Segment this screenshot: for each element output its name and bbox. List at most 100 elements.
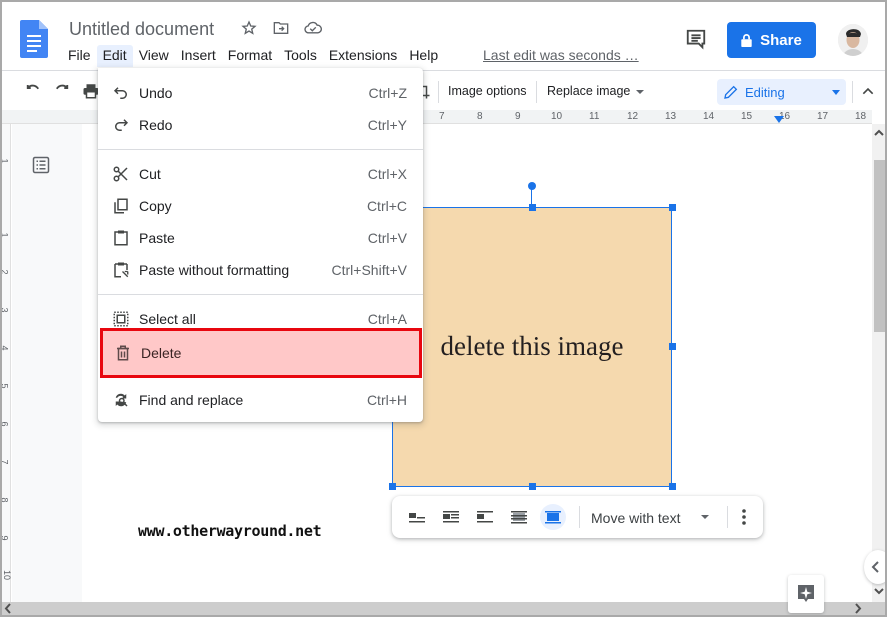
scrollbar-thumb[interactable]: [874, 160, 885, 332]
menu-item-shortcut: Ctrl+Shift+V: [331, 262, 407, 278]
menu-view[interactable]: View: [133, 45, 175, 67]
resize-handle-top[interactable]: [529, 204, 536, 211]
wrap-text-icon: [443, 511, 459, 523]
scissors-icon: [113, 166, 128, 182]
replace-image-button[interactable]: Replace image: [547, 84, 644, 98]
image-text: delete this image: [440, 331, 624, 361]
move-folder-icon[interactable]: [272, 19, 290, 37]
behind-text-button[interactable]: [506, 504, 532, 530]
chevron-up-icon[interactable]: [860, 83, 876, 99]
menu-item-label: Undo: [139, 85, 173, 101]
explore-button[interactable]: [788, 575, 824, 613]
redo-icon[interactable]: [53, 82, 71, 100]
ruler-number: 15: [741, 111, 753, 122]
menu-item-delete[interactable]: Delete: [100, 328, 422, 378]
share-button[interactable]: Share: [727, 22, 816, 58]
in-front-of-text-button[interactable]: [540, 504, 566, 530]
right-indent-marker[interactable]: [774, 116, 784, 123]
resize-handle-right[interactable]: [669, 343, 676, 350]
scroll-left-icon[interactable]: [3, 603, 13, 614]
ruler-number: 14: [703, 111, 715, 122]
vertical-scrollbar[interactable]: [872, 124, 885, 602]
menu-item-label: Redo: [139, 117, 173, 133]
menu-item-label: Find and replace: [139, 392, 244, 408]
resize-handle-bottom-right[interactable]: [669, 483, 676, 490]
menu-item-shortcut: Ctrl+C: [366, 198, 407, 214]
chevron-left-icon: [871, 561, 879, 573]
scroll-up-icon[interactable]: [873, 128, 885, 138]
undo-icon: [113, 87, 127, 99]
position-mode-dropdown[interactable]: Move with text: [591, 510, 680, 526]
ruler-number: 10: [551, 111, 563, 122]
menu-item-label: Cut: [139, 166, 161, 182]
ruler-number: 18: [855, 111, 867, 122]
editing-mode-dropdown[interactable]: Editing: [717, 79, 846, 105]
last-edit-link[interactable]: Last edit was seconds …: [483, 47, 639, 63]
wrap-inline-icon: [409, 513, 425, 523]
toolbar-divider: [536, 81, 537, 103]
select-all-icon: [113, 311, 129, 327]
selected-image[interactable]: delete this image: [392, 207, 672, 487]
menu-item-paste[interactable]: Paste Ctrl+V: [98, 222, 423, 254]
menu-item-shortcut: Ctrl+Y: [367, 117, 407, 133]
menu-edit[interactable]: Edit: [96, 45, 133, 67]
undo-icon[interactable]: [24, 82, 42, 100]
scroll-down-icon[interactable]: [873, 586, 885, 596]
account-avatar[interactable]: [838, 24, 868, 56]
menu-bar: File Edit View Insert Format Tools Exten…: [62, 45, 444, 67]
menu-item-shortcut: Ctrl+H: [366, 392, 407, 408]
ruler-number: 7: [2, 459, 10, 464]
menu-item-label: Copy: [139, 198, 172, 214]
menu-item-undo[interactable]: Undo Ctrl+Z: [98, 77, 423, 109]
vertical-ruler[interactable]: 1 1 2 3 4 5 6 7 8 9 10: [2, 124, 12, 602]
menu-extensions[interactable]: Extensions: [323, 45, 403, 67]
break-text-button[interactable]: [472, 504, 498, 530]
caret-down-icon: [832, 89, 840, 95]
menu-item-shortcut: Ctrl+X: [367, 166, 407, 182]
ruler-number: 2: [2, 269, 10, 274]
menu-file[interactable]: File: [62, 45, 97, 67]
more-options-icon[interactable]: [738, 508, 750, 526]
share-label: Share: [760, 31, 802, 49]
ruler-number: 8: [477, 111, 483, 122]
watermark-text: www.otherwayround.net: [138, 522, 322, 540]
star-icon[interactable]: [240, 19, 258, 37]
comment-history-icon[interactable]: [685, 28, 707, 50]
ruler-number: 1: [2, 232, 10, 237]
menu-tools[interactable]: Tools: [278, 45, 323, 67]
menu-insert[interactable]: Insert: [175, 45, 222, 67]
cloud-saved-icon[interactable]: [304, 19, 322, 37]
in-front-of-text-icon: [545, 511, 561, 524]
resize-handle-bottom-left[interactable]: [389, 483, 396, 490]
resize-handle-top-right[interactable]: [669, 204, 676, 211]
menu-item-redo[interactable]: Redo Ctrl+Y: [98, 109, 423, 141]
docs-logo-icon[interactable]: [20, 20, 48, 58]
menu-help[interactable]: Help: [403, 45, 444, 67]
toolbar-divider: [727, 506, 728, 528]
rotate-handle[interactable]: [528, 182, 536, 190]
edit-menu: Undo Ctrl+Z Redo Ctrl+Y Cut Ctrl+X Copy …: [98, 68, 423, 422]
break-text-icon: [477, 511, 493, 523]
menu-item-shortcut: Ctrl+V: [367, 230, 407, 246]
menu-item-find-and-replace[interactable]: Find and replace Ctrl+H: [98, 384, 423, 416]
explore-sparkle-icon: [798, 585, 814, 602]
caret-down-icon[interactable]: [701, 515, 709, 519]
ruler-number: 9: [515, 111, 521, 122]
menu-item-paste-without-formatting[interactable]: Paste without formatting Ctrl+Shift+V: [98, 254, 423, 286]
ruler-number: 1: [2, 158, 10, 163]
wrap-text-button[interactable]: [438, 504, 464, 530]
side-panel-toggle[interactable]: [864, 550, 885, 584]
menu-item-cut[interactable]: Cut Ctrl+X: [98, 158, 423, 190]
menu-format[interactable]: Format: [222, 45, 278, 67]
document-outline-icon[interactable]: [32, 156, 50, 174]
document-title[interactable]: Untitled document: [69, 19, 214, 40]
image-options-button[interactable]: Image options: [448, 84, 527, 98]
scroll-right-icon[interactable]: [853, 603, 863, 614]
horizontal-scrollbar[interactable]: [2, 602, 885, 615]
resize-handle-bottom[interactable]: [529, 483, 536, 490]
redo-icon: [115, 119, 129, 131]
wrap-inline-button[interactable]: [404, 504, 430, 530]
toolbar-divider: [852, 81, 853, 103]
replace-image-label: Replace image: [547, 84, 631, 98]
menu-item-copy[interactable]: Copy Ctrl+C: [98, 190, 423, 222]
